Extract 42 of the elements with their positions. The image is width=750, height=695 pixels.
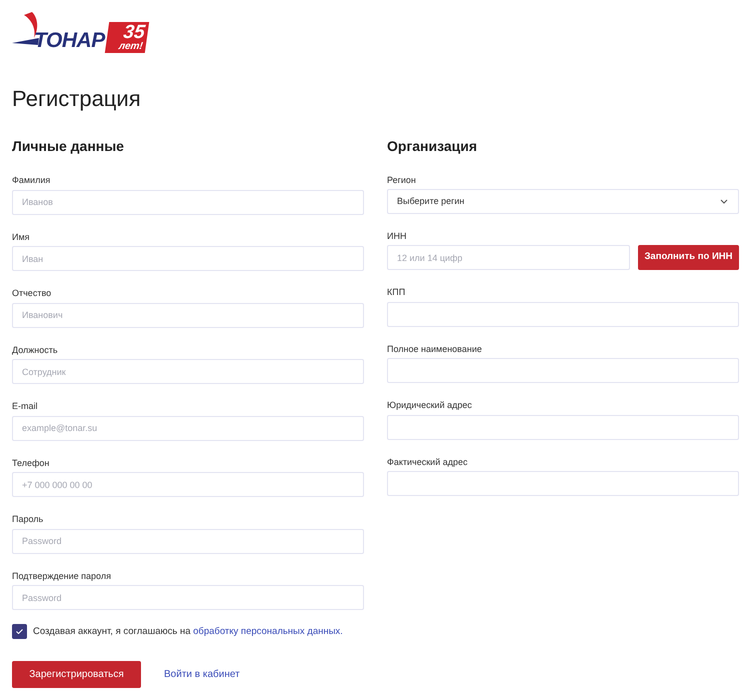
field-label: Должность [12, 344, 59, 356]
input-field[interactable]: Иван [12, 246, 364, 271]
personal-data-link[interactable]: обработку персональных данных. [193, 626, 343, 636]
input-field[interactable] [387, 302, 739, 326]
section-heading: Организация [387, 137, 478, 156]
login-link[interactable]: Войти в кабинет [164, 667, 240, 682]
field-label: Отчество [12, 287, 52, 299]
input-field[interactable] [387, 358, 739, 383]
field-label: Фактический адрес [387, 456, 468, 468]
field-label: ИНН [387, 230, 408, 242]
section-heading: Личные данные [12, 137, 125, 156]
field-label: E-mail [12, 400, 39, 412]
input-field[interactable]: Сотрудник [12, 359, 364, 384]
field-label: Юридический адрес [387, 399, 473, 411]
input-field[interactable] [387, 471, 739, 496]
field-label: Регион [387, 174, 417, 186]
input-field[interactable]: Иванов [12, 190, 364, 214]
logo-brand-text: ТОНАР [34, 30, 105, 50]
input-field[interactable]: 12 или 14 цифр [387, 245, 630, 270]
field-label: КПП [387, 286, 406, 298]
input-field[interactable]: example@tonar.su [12, 416, 364, 440]
field-label: Подтверждение пароля [12, 570, 112, 582]
checkmark-icon [16, 629, 23, 634]
fill-by-inn-button[interactable]: Заполнить по ИНН [638, 245, 739, 270]
field-label: Пароль [12, 513, 44, 525]
input-field[interactable]: Password [12, 585, 364, 610]
field-label: Полное наименование [387, 342, 483, 354]
input-field[interactable]: Иванович [12, 302, 364, 328]
consent-text: Создавая аккаунт, я соглашаюсь на обработку персональных данных. [33, 624, 343, 638]
field-label: Фамилия [12, 174, 52, 186]
register-button[interactable]: Зарегистрироваться [12, 661, 141, 688]
chevron-down-icon [720, 199, 728, 204]
input-field[interactable] [387, 414, 739, 440]
consent-checkbox[interactable] [12, 624, 27, 639]
badge-text: лет! [118, 40, 144, 51]
input-field[interactable]: +7 000 000 00 00 [12, 472, 364, 497]
badge-number: 35 [122, 23, 146, 40]
page-title: Регистрация [12, 85, 142, 113]
region-select[interactable]: Выберите регин [387, 189, 739, 214]
field-label: Имя [12, 230, 31, 242]
field-label: Телефон [12, 456, 50, 468]
input-field[interactable]: Password [12, 528, 364, 554]
